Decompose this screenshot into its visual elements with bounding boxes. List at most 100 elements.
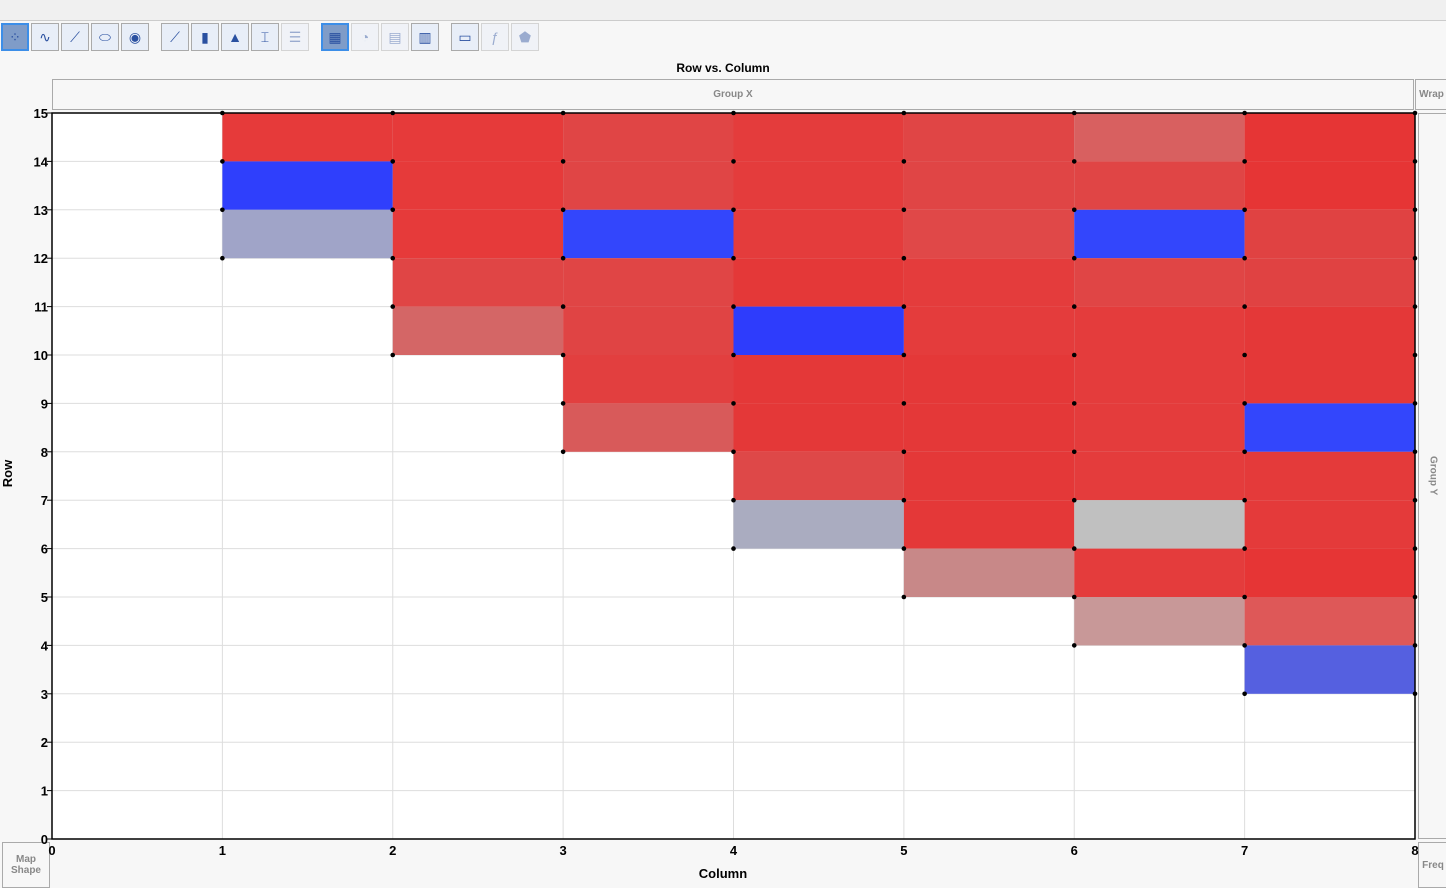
data-point bbox=[731, 207, 736, 213]
heatmap-cell bbox=[563, 355, 734, 404]
data-point bbox=[1242, 691, 1247, 697]
y-tick-label: 4 bbox=[41, 638, 49, 653]
heatmap-cell bbox=[733, 209, 904, 259]
data-point bbox=[1071, 594, 1077, 600]
data-point bbox=[220, 255, 225, 261]
y-tick-label: 13 bbox=[34, 203, 48, 218]
y-tick-label: 10 bbox=[34, 348, 48, 363]
data-point bbox=[731, 304, 736, 309]
data-point bbox=[560, 255, 566, 261]
x-tick-label: 3 bbox=[560, 843, 567, 858]
data-point bbox=[1071, 643, 1077, 648]
data-point bbox=[1242, 401, 1247, 406]
heatmap-cell bbox=[733, 161, 904, 210]
heatmap-cell bbox=[222, 113, 393, 162]
y-tick-label: 14 bbox=[34, 154, 49, 169]
heatmap-cell bbox=[903, 161, 1075, 210]
heatmap-cell bbox=[903, 258, 1075, 307]
data-point bbox=[220, 159, 225, 164]
y-tick-label: 11 bbox=[34, 300, 48, 315]
y-tick-label: 6 bbox=[41, 542, 48, 557]
x-tick-label: 6 bbox=[1071, 843, 1078, 858]
heatmap-cell bbox=[222, 209, 393, 259]
data-point bbox=[1242, 643, 1247, 648]
heatmap-cell bbox=[563, 306, 734, 355]
heatmap-cell bbox=[392, 209, 564, 259]
heatmap-cell bbox=[563, 113, 734, 162]
data-point bbox=[1071, 207, 1077, 213]
data-point bbox=[390, 159, 396, 164]
y-tick-label: 12 bbox=[34, 251, 48, 266]
heatmap-cell bbox=[1244, 258, 1415, 307]
data-point bbox=[560, 207, 566, 213]
heatmap-cell bbox=[1244, 597, 1415, 646]
heatmap-cell bbox=[903, 548, 1075, 597]
data-point bbox=[731, 401, 736, 406]
y-tick-label: 0 bbox=[41, 832, 48, 847]
heatmap-cell bbox=[903, 355, 1075, 404]
heatmap-cell bbox=[903, 500, 1075, 549]
data-point bbox=[901, 159, 907, 164]
data-point bbox=[1071, 255, 1077, 261]
heatmap-cell bbox=[1074, 161, 1245, 210]
data-point bbox=[390, 207, 396, 213]
data-point bbox=[390, 304, 396, 309]
x-tick-label: 4 bbox=[730, 843, 738, 858]
x-tick-label: 2 bbox=[389, 843, 396, 858]
data-point bbox=[1071, 401, 1077, 406]
data-point bbox=[560, 304, 566, 309]
data-point bbox=[560, 449, 566, 455]
heatmap-cell bbox=[1244, 306, 1415, 355]
data-point bbox=[1242, 497, 1247, 503]
data-point bbox=[560, 352, 566, 358]
heatmap-cell bbox=[1244, 451, 1415, 501]
heatmap-cell bbox=[733, 355, 904, 404]
x-tick-label: 5 bbox=[900, 843, 907, 858]
data-point bbox=[1242, 546, 1247, 551]
heatmap-cell bbox=[1244, 355, 1415, 404]
y-tick-label: 2 bbox=[41, 735, 48, 750]
data-point bbox=[731, 546, 736, 551]
heatmap-cell bbox=[1074, 403, 1245, 452]
data-point bbox=[901, 401, 907, 406]
data-point bbox=[560, 401, 566, 406]
heatmap-cell bbox=[733, 258, 904, 307]
data-point bbox=[731, 449, 736, 455]
heatmap-cell bbox=[1244, 403, 1415, 452]
heatmap-cell bbox=[1244, 548, 1415, 597]
heatmap-cell bbox=[1074, 500, 1245, 549]
heatmap-cell bbox=[392, 258, 564, 307]
heatmap-cell bbox=[1074, 113, 1245, 162]
heatmap-cell bbox=[392, 113, 564, 162]
heatmap-cell bbox=[903, 209, 1075, 259]
heatmap-cell bbox=[563, 403, 734, 452]
heatmap-cell bbox=[563, 161, 734, 210]
heatmap-cell bbox=[903, 113, 1075, 162]
y-tick-label: 7 bbox=[41, 493, 48, 508]
data-point bbox=[1071, 546, 1077, 551]
heatmap-cell bbox=[1244, 161, 1415, 210]
heatmap-cell bbox=[903, 403, 1075, 452]
heatmap-cell bbox=[1244, 500, 1415, 549]
data-point bbox=[1242, 159, 1247, 164]
y-tick-label: 5 bbox=[41, 590, 48, 605]
x-tick-label: 0 bbox=[48, 843, 55, 858]
data-point bbox=[1242, 304, 1247, 309]
heatmap-plot[interactable]: 0 1 2 3 4 5 6 7 80123456789101112131415 bbox=[0, 0, 1446, 886]
heatmap-cell bbox=[392, 161, 564, 210]
data-point bbox=[220, 207, 225, 213]
data-point bbox=[901, 594, 907, 600]
data-point bbox=[901, 255, 907, 261]
y-tick-label: 9 bbox=[41, 396, 48, 411]
heatmap-cell bbox=[1074, 306, 1245, 355]
heatmap-cell bbox=[222, 161, 393, 210]
data-point bbox=[1071, 352, 1077, 358]
data-point bbox=[560, 159, 566, 164]
data-point bbox=[390, 352, 396, 358]
heatmap-cell bbox=[1074, 209, 1245, 259]
heatmap-cell bbox=[903, 306, 1075, 355]
data-point bbox=[390, 255, 396, 261]
data-point bbox=[731, 159, 736, 164]
heatmap-cell bbox=[733, 113, 904, 162]
heatmap-cell bbox=[733, 403, 904, 452]
